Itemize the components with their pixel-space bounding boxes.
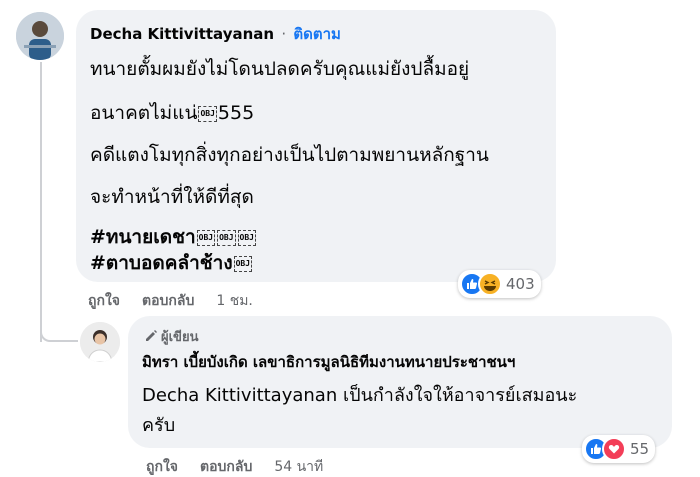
mention-link[interactable]: Decha Kittivittayanan <box>142 385 337 406</box>
reply-button[interactable]: ตอบกลับ <box>142 290 194 312</box>
comment-line: อนาคตไม่แน่ OBJ 555 <box>90 98 254 128</box>
commenter-avatar[interactable] <box>16 12 64 60</box>
comment-line: คดีแตงโมทุกสิ่งทุกอย่างเป็นไปตามพยานหลัก… <box>90 144 489 166</box>
emoji-placeholder: OBJ <box>237 229 256 246</box>
comment-line-text: 555 <box>217 102 255 124</box>
like-button[interactable]: ถูกใจ <box>146 456 178 477</box>
comment-author-row: Decha Kittivittayanan · ติดตาม <box>90 22 341 46</box>
comment-line: จะทำหน้าที่ให้ดีที่สุด <box>90 186 254 208</box>
author-badge: ผู้เขียน <box>144 326 198 347</box>
haha-icon <box>478 272 502 296</box>
follow-button[interactable]: ติดตาม <box>293 25 341 43</box>
hashtag-text[interactable]: #ตาบอดคลำช้าง <box>90 252 233 274</box>
reply-line: Decha Kittivittayanan เป็นกำลังใจให้อาจา… <box>142 380 577 409</box>
reply-author-name[interactable]: มิทรา เบี้ยบังเกิด เลขาธิการมูลนิธิทีมงา… <box>142 350 515 374</box>
comment-bubble: Decha Kittivittayanan · ติดตาม ทนายตั้มผ… <box>76 10 556 282</box>
reaction-count: 403 <box>506 275 535 293</box>
comment-actions: ถูกใจ ตอบกลับ 1 ชม. <box>88 290 275 312</box>
hashtag-line[interactable]: #ตาบอดคลำช้าง OBJ <box>90 248 253 278</box>
like-button[interactable]: ถูกใจ <box>88 290 120 312</box>
hashtag-text[interactable]: #ทนายเดชา <box>90 226 196 248</box>
reply-actions: ถูกใจ ตอบกลับ 54 นาที <box>146 456 345 477</box>
timestamp[interactable]: 1 ชม. <box>216 290 253 312</box>
reply-button[interactable]: ตอบกลับ <box>200 456 252 477</box>
reply-text: เป็นกำลังใจให้อาจารย์เสมอนะ <box>342 385 578 406</box>
emoji-placeholder: OBJ <box>233 255 253 272</box>
thread-line <box>40 62 42 342</box>
comment-author-name[interactable]: Decha Kittivittayanan <box>90 25 274 43</box>
emoji-placeholder: OBJ <box>217 229 236 246</box>
author-badge-label: ผู้เขียน <box>161 330 199 345</box>
timestamp[interactable]: 54 นาที <box>274 456 323 477</box>
reply-author-avatar[interactable] <box>80 322 120 362</box>
emoji-placeholder: OBJ <box>198 105 217 122</box>
comment-line: ทนายตั้มผมยังไม่โดนปลดครับคุณแม่ยังปลื้ม… <box>90 58 470 80</box>
love-icon <box>602 437 626 461</box>
reply-reactions[interactable]: 55 <box>582 435 656 463</box>
reply-bubble: ผู้เขียน มิทรา เบี้ยบังเกิด เลขาธิการมูล… <box>128 316 672 448</box>
comment-line-text: อนาคตไม่แน่ <box>90 102 198 124</box>
pencil-icon <box>146 330 157 341</box>
reaction-count: 55 <box>630 440 650 458</box>
comment-reactions[interactable]: 403 <box>458 270 541 298</box>
separator-dot: · <box>281 25 287 43</box>
emoji-placeholder: OBJ <box>196 229 216 246</box>
thread-connector <box>40 328 78 342</box>
reply-line: ครับ <box>142 415 176 436</box>
